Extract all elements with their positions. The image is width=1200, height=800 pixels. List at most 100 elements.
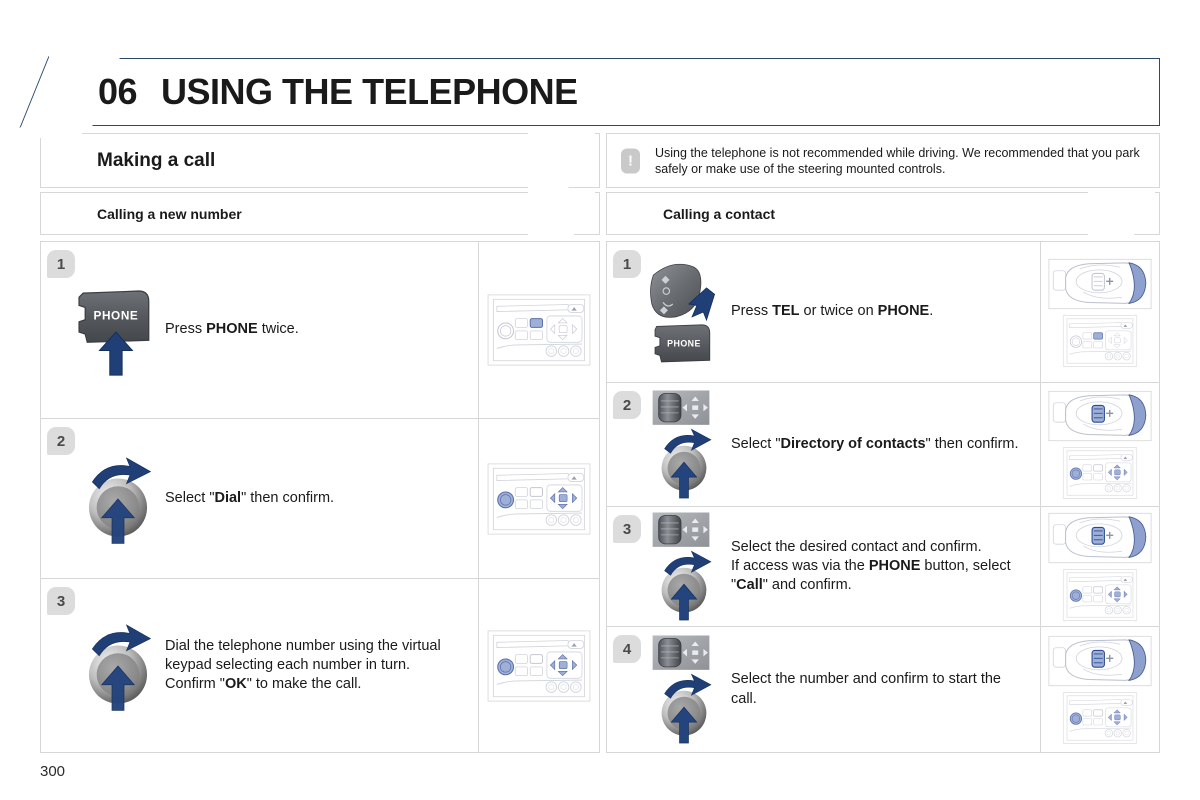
instruction-text: Dial the telephone number using the virt… — [165, 637, 468, 694]
exclamation-icon: ! — [621, 148, 640, 173]
warning-band: ! Using the telephone is not recommended… — [606, 133, 1160, 188]
subsection-band-right: Calling a contact — [606, 192, 1160, 235]
emphasis-text: PHONE — [206, 321, 258, 338]
instruction-line: Confirm "OK" to make the call. — [165, 675, 468, 694]
step-number-badge: 4 — [613, 635, 641, 663]
instruction-line: Press PHONE twice. — [165, 320, 299, 339]
step-row: 2 Select "Dial" then confirm. — [41, 419, 599, 579]
emphasis-text: PHONE — [868, 557, 921, 574]
manual-page: 06 USING THE TELEPHONE Making a call ! U… — [0, 0, 1200, 800]
rotary-knob-icon — [88, 456, 152, 544]
band-diagonal — [1088, 192, 1160, 235]
step-number-badge: 2 — [613, 391, 641, 419]
step-row: 3 Dial the telephone number using the vi… — [41, 579, 599, 752]
body-text: Select the number and confirm to start t… — [731, 671, 1001, 707]
instruction-line: Select the desired contact and confirm. — [731, 538, 1030, 557]
instruction-text: Select "Dial" then confirm. — [165, 489, 334, 508]
emphasis-text: Call — [736, 577, 763, 594]
radio-panel-icon — [1062, 692, 1138, 744]
instruction-line: Select "Dial" then confirm. — [165, 489, 334, 508]
step-row: 1 PHONE Press TEL or twice on PHONE. — [607, 242, 1159, 383]
step-reference-thumbnails — [1040, 627, 1159, 752]
body-text: Press — [165, 321, 207, 338]
emphasis-text: OK — [224, 676, 247, 693]
svg-text:PHONE: PHONE — [93, 310, 138, 323]
body-text: . — [929, 303, 934, 320]
step-instruction: Select "Directory of contacts" then conf… — [725, 383, 1040, 506]
body-text: Select " — [731, 435, 781, 452]
body-text: If access was via the — [731, 557, 869, 574]
step-reference-thumbnails — [478, 419, 599, 578]
instruction-line: Dial the telephone number using the virt… — [165, 637, 468, 675]
instruction-line: Press TEL or twice on PHONE. — [731, 302, 933, 321]
body-text: Select " — [165, 489, 215, 506]
svg-text:PHONE: PHONE — [667, 339, 701, 349]
instruction-text: Press TEL or twice on PHONE. — [731, 302, 933, 321]
steering-stalk-icon — [1048, 635, 1152, 687]
instruction-text: Select the desired contact and confirm. I… — [731, 538, 1030, 595]
instruction-text: Select "Directory of contacts" then conf… — [731, 435, 1019, 454]
radio-panel-icon — [1062, 314, 1138, 367]
page-number: 300 — [40, 763, 66, 780]
step-reference-thumbnails — [1040, 242, 1159, 382]
step-reference-thumbnails — [478, 242, 599, 418]
step-number-badge: 1 — [47, 250, 75, 278]
thumbwheel-and-knob-icon — [652, 511, 712, 620]
instruction-text: Select the number and confirm to start t… — [731, 670, 1030, 708]
step-row: 4 Select the number and confirm to start… — [607, 627, 1159, 752]
step-reference-thumbnails — [478, 579, 599, 752]
step-row: 1 PHONE Press PHONE twice. — [41, 242, 599, 419]
body-text: " then confirm. — [925, 435, 1019, 452]
band-diagonal — [528, 192, 600, 235]
instruction-line: Select "Directory of contacts" then conf… — [731, 435, 1019, 454]
steering-stalk-icon — [1048, 390, 1152, 442]
subsection-title-left: Calling a new number — [97, 205, 242, 222]
emphasis-text: Dial — [214, 489, 242, 506]
step-number-badge: 3 — [47, 587, 75, 615]
step-reference-thumbnails — [1040, 507, 1159, 626]
body-text: " and confirm. — [762, 577, 852, 594]
radio-panel-icon — [487, 629, 591, 702]
step-instruction: Select the number and confirm to start t… — [725, 627, 1040, 752]
radio-panel-icon — [1062, 447, 1138, 499]
step-instruction: Press TEL or twice on PHONE. — [725, 242, 1040, 382]
radio-panel-icon — [487, 462, 591, 535]
steps-column-calling-a-new-number: 1 PHONE Press PHONE twice. 2 Select "Dia… — [40, 241, 600, 753]
step-row: 3 Select the desired contact and confirm… — [607, 507, 1159, 627]
instruction-text: Press PHONE twice. — [165, 320, 299, 339]
step-instruction: Dial the telephone number using the virt… — [159, 579, 478, 752]
thumbwheel-and-knob-icon — [652, 634, 712, 743]
section-title-band: Making a call — [40, 133, 600, 188]
step-instruction: Press PHONE twice. — [159, 242, 478, 418]
phone-button-icon: PHONE — [78, 290, 150, 376]
radio-panel-icon — [487, 294, 591, 366]
body-text: Dial the telephone number using the virt… — [165, 637, 441, 673]
body-text: twice. — [257, 321, 299, 338]
instruction-line: If access was via the PHONE button, sele… — [731, 557, 1030, 595]
section-title: Making a call — [97, 149, 216, 171]
page-title: USING THE TELEPHONE — [161, 71, 578, 112]
step-number-badge: 2 — [47, 427, 75, 455]
body-text: Press — [731, 303, 773, 320]
emphasis-text: Directory of contacts — [780, 435, 926, 452]
step-instruction: Select the desired contact and confirm. I… — [725, 507, 1040, 626]
warning-text: Using the telephone is not recommended w… — [655, 145, 1140, 176]
radio-panel-icon — [1062, 569, 1138, 621]
emphasis-text: TEL — [772, 303, 800, 320]
subsection-band-left: Calling a new number — [40, 192, 600, 235]
chapter-number: 06 — [98, 71, 138, 112]
steering-stalk-and-phone-button-icon: PHONE — [650, 263, 716, 363]
step-number-badge: 3 — [613, 515, 641, 543]
thumbwheel-and-knob-icon — [652, 389, 712, 498]
body-text: " to make the call. — [246, 676, 362, 693]
step-reference-thumbnails — [1040, 383, 1159, 506]
step-instruction: Select "Dial" then confirm. — [159, 419, 478, 578]
rotary-knob-icon — [88, 623, 152, 711]
steps-column-calling-a-contact: 1 PHONE Press TEL or twice on PHONE. 2 S… — [606, 241, 1160, 753]
step-row: 2 Select "Directory of contacts" then co… — [607, 383, 1159, 507]
chapter-header: 06 USING THE TELEPHONE — [40, 58, 1160, 126]
subsection-title-right: Calling a contact — [663, 205, 776, 222]
emphasis-text: PHONE — [877, 303, 930, 320]
band-diagonal — [528, 133, 600, 188]
instruction-line: Select the number and confirm to start t… — [731, 670, 1030, 708]
